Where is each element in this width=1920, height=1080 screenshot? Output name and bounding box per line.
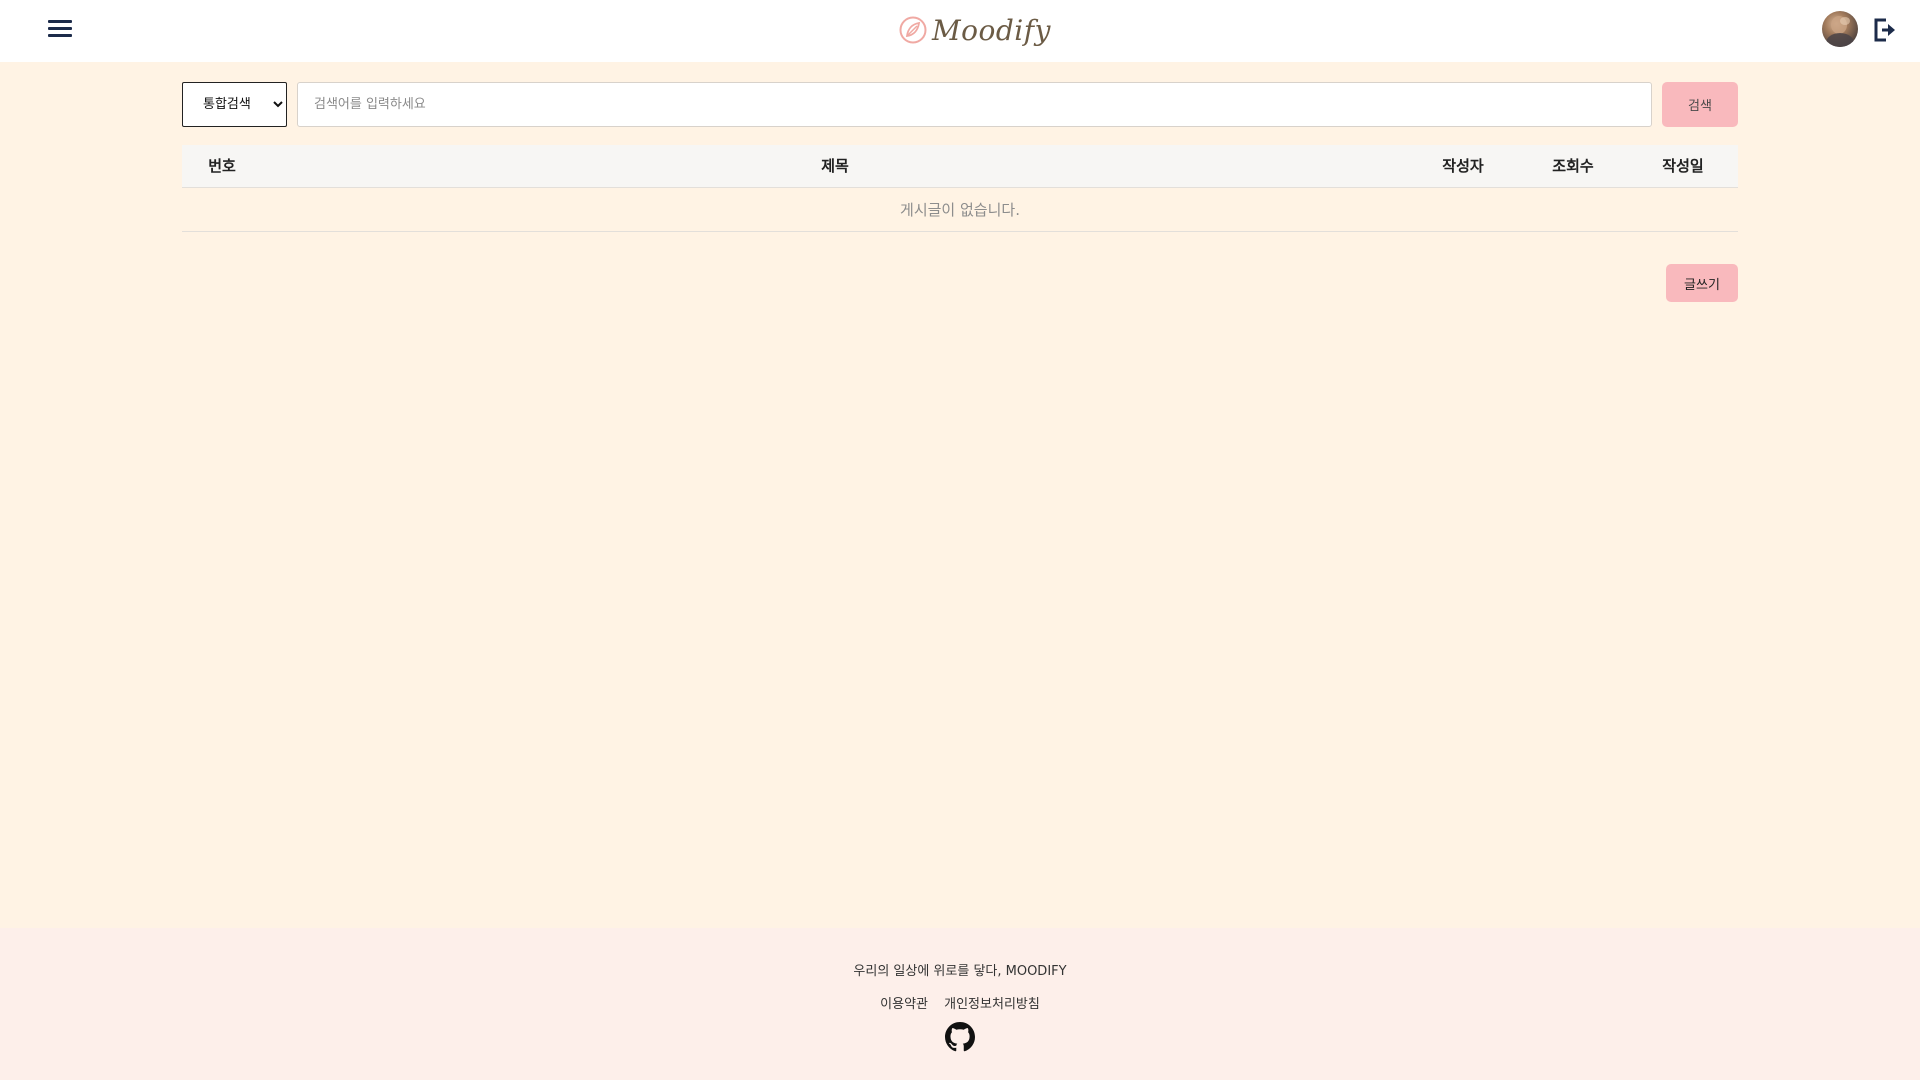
table-header-row: 번호 제목 작성자 조회수 작성일 [182, 145, 1738, 188]
hamburger-line [48, 20, 72, 23]
search-input[interactable] [297, 82, 1652, 127]
privacy-policy-link[interactable]: 개인정보처리방침 [944, 997, 1040, 1012]
column-header-author: 작성자 [1408, 145, 1518, 188]
logo[interactable]: Moodify [898, 8, 1051, 52]
write-post-button[interactable]: 글쓰기 [1666, 264, 1738, 302]
column-header-views: 조회수 [1518, 145, 1628, 188]
terms-link[interactable]: 이용약관 [880, 997, 928, 1012]
footer-slogan: 우리의 일상에 위로를 닿다, MOODIFY [853, 964, 1067, 979]
top-header: Moodify [0, 0, 1920, 62]
logo-text: Moodify [932, 13, 1051, 47]
avatar[interactable] [1822, 11, 1858, 47]
leaf-logo-icon [899, 16, 927, 44]
hamburger-menu-icon[interactable] [48, 18, 74, 40]
empty-row: 게시글이 없습니다. [182, 187, 1738, 232]
column-header-number: 번호 [182, 145, 262, 188]
logout-icon[interactable] [1872, 17, 1898, 43]
hamburger-line [48, 27, 72, 30]
footer-links: 이용약관 개인정보처리방침 [0, 993, 1920, 1012]
footer: 우리의 일상에 위로를 닿다, MOODIFY 이용약관 개인정보처리방침 [0, 928, 1920, 1080]
github-icon[interactable] [945, 1022, 975, 1052]
empty-message: 게시글이 없습니다. [182, 187, 1738, 232]
avatar-image [1826, 16, 1854, 47]
board-table: 번호 제목 작성자 조회수 작성일 게시글이 없습니다. [182, 145, 1738, 232]
hamburger-line [48, 34, 72, 37]
search-button[interactable]: 검색 [1662, 82, 1738, 127]
search-type-select[interactable]: 통합검색 [182, 82, 287, 127]
column-header-date: 작성일 [1628, 145, 1738, 188]
column-header-title: 제목 [262, 145, 1408, 188]
